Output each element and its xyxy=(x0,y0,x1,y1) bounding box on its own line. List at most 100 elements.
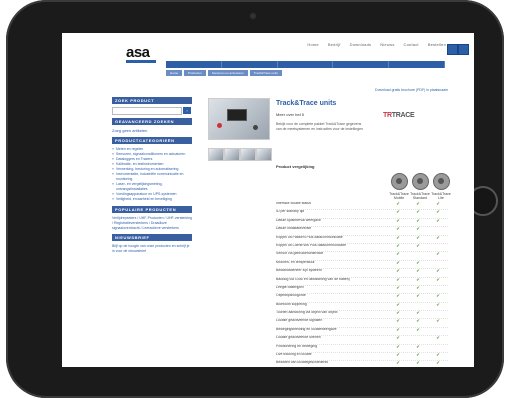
page-title: Track&Trace units xyxy=(276,100,337,107)
empty-cell xyxy=(408,303,428,310)
column-header: Track&Trace Standard xyxy=(410,192,430,200)
check-icon: ✔ xyxy=(396,344,400,349)
mainnav-item-2[interactable] xyxy=(222,61,278,68)
row-label: Objecttijdsvolgorde xyxy=(276,294,306,298)
product-thumbnail[interactable] xyxy=(240,148,256,161)
row-label: Live tracking en locatie xyxy=(276,353,312,357)
empty-cell xyxy=(428,345,448,352)
table-row: Bluetooth koppeling ✔ ✔ xyxy=(276,302,448,312)
advanced-search-link[interactable]: Zoeg geen artikelen xyxy=(112,128,192,133)
empty-cell xyxy=(408,336,428,343)
check-icon: ✔ xyxy=(436,252,440,257)
topnav-home[interactable]: Home xyxy=(307,42,318,47)
check-icon: ✔ xyxy=(416,235,420,240)
table-row: Interface locatie status ✔ ✔ ✔ xyxy=(276,202,448,211)
table-row: ID per standby tijd ✔ ✔ ✔ xyxy=(276,210,448,219)
breadcrumb-products[interactable]: Producten xyxy=(184,70,206,76)
table-row: Bestandsbeheer zijn systeem ✔ ✔ ✔ xyxy=(276,269,448,278)
product-thumbnail[interactable] xyxy=(208,148,224,161)
category-item[interactable]: Veiligheid, ervaarheid en beveiliging xyxy=(112,197,192,202)
topnav-contact[interactable]: Contact xyxy=(404,42,419,47)
check-icon: ✔ xyxy=(436,202,440,206)
brand-logo: TRTRACE xyxy=(383,112,415,119)
check-icon: ✔ xyxy=(396,277,400,282)
row-label: Positionering en beweging xyxy=(276,344,318,348)
product-icon-lite xyxy=(433,173,450,190)
page-subtitle: Meer over het 5 xyxy=(276,112,305,117)
comparison-heading: Product vergelijking xyxy=(276,164,315,169)
breadcrumb: Home Producten Sensoren en actuatoren Tr… xyxy=(166,70,445,76)
topnav-downloads[interactable]: Downloads xyxy=(350,42,372,47)
check-icon: ✔ xyxy=(396,243,400,248)
row-label: Leegte batterijpeil xyxy=(276,285,304,289)
check-icon: ✔ xyxy=(396,227,400,232)
site-logo[interactable]: asa xyxy=(126,45,156,63)
check-icon: ✔ xyxy=(416,277,420,282)
check-icon: ✔ xyxy=(396,218,400,223)
row-label: Koppel uit Platform Plus datacommunicati… xyxy=(276,235,343,239)
check-icon: ✔ xyxy=(416,269,420,274)
tablet-frame: Home Bedrijf Downloads Nieuws Contact Be… xyxy=(6,0,504,398)
row-label: Bewaren van locatiegeschiedenis xyxy=(276,361,328,365)
product-thumbnail[interactable] xyxy=(224,148,240,161)
check-icon: ✔ xyxy=(396,210,400,215)
check-icon: ✔ xyxy=(436,210,440,215)
row-label: Locatie geactiveerde signalen xyxy=(276,319,323,323)
check-icon: ✔ xyxy=(416,285,420,290)
row-label: Backlog via GSM en uitwisseling van de b… xyxy=(276,277,350,281)
empty-cell xyxy=(428,286,448,293)
row-label: Toonen aansturing via object van object xyxy=(276,311,338,315)
check-icon: ✔ xyxy=(396,361,400,366)
check-icon: ✔ xyxy=(396,269,400,274)
product-icon-mobile xyxy=(391,173,408,190)
check-icon: ✔ xyxy=(396,302,400,307)
table-row: Toonen aansturing via object van object ✔… xyxy=(276,311,448,320)
topnav-order[interactable]: Bestellen xyxy=(428,42,446,47)
top-navigation: Home Bedrijf Downloads Nieuws Contact Be… xyxy=(307,42,446,47)
check-icon: ✔ xyxy=(396,252,400,257)
search-button[interactable]: › xyxy=(183,107,191,114)
table-row: Koppel uit Platform Plus datacommunicati… xyxy=(276,236,448,244)
row-label: Datum installatieversie xyxy=(276,227,312,231)
check-icon: ✔ xyxy=(436,302,440,307)
breadcrumb-home[interactable]: Home xyxy=(166,70,183,76)
row-label: Bestandsbeheer zijn systeem xyxy=(276,269,322,273)
check-icon: ✔ xyxy=(416,319,420,324)
popular-products-links[interactable]: Verlijdrepeaters / UHF-Producten / UHF-v… xyxy=(112,216,192,231)
empty-cell xyxy=(428,227,448,234)
breadcrumb-sensors[interactable]: Sensoren en actuatoren xyxy=(207,70,248,76)
check-icon: ✔ xyxy=(436,361,440,366)
topnav-company[interactable]: Bedrijf xyxy=(328,42,341,47)
mainnav-item-4[interactable] xyxy=(333,61,390,68)
check-icon: ✔ xyxy=(436,269,440,274)
topnav-news[interactable]: Nieuws xyxy=(380,42,394,47)
search-input[interactable] xyxy=(112,107,182,115)
mainnav-item-1[interactable] xyxy=(166,61,222,68)
product-thumbnail[interactable] xyxy=(256,148,272,161)
row-label: Datum tijdsinterval weergave xyxy=(276,218,321,222)
product-image[interactable] xyxy=(208,98,270,140)
check-icon: ✔ xyxy=(396,311,400,316)
share-icon[interactable] xyxy=(447,44,458,55)
table-row: Datum installatieversie ✔ ✔ xyxy=(276,227,448,236)
check-icon: ✔ xyxy=(396,319,400,324)
table-row: Bewegingsmelding en locatieweergave ✔ ✔ xyxy=(276,327,448,337)
row-label: Sensor via gebruikersinterface xyxy=(276,252,324,256)
newsletter-link[interactable]: Blijf op de hoogte van onze producten en… xyxy=(112,244,192,254)
check-icon: ✔ xyxy=(396,327,400,332)
table-row: Koppel uit ClientFlow Plus datacommunica… xyxy=(276,243,448,253)
check-icon: ✔ xyxy=(416,294,420,299)
column-header: Track&Trace Lite xyxy=(431,192,451,200)
check-icon: ✔ xyxy=(416,344,420,349)
sidebar: ZOEK PRODUCT › GEAVANCEERD ZOEKEN Zoeg g… xyxy=(112,97,192,257)
row-label: Motoren- en temperatuur xyxy=(276,260,315,264)
download-brochure-link[interactable]: Download gratis brochure (PDF) in plaats… xyxy=(375,88,448,92)
mainnav-item-3[interactable] xyxy=(278,61,334,68)
category-item[interactable]: Instrumentatie, industriële communicatie… xyxy=(112,172,192,182)
category-item[interactable]: Laser- en vergelijkingsmeting, ontvangst… xyxy=(112,182,192,192)
table-row: Objecttijdsvolgorde ✔ ✔ ✔ xyxy=(276,294,448,303)
table-row: Live tracking en locatie ✔ ✔ ✔ xyxy=(276,353,448,362)
mainnav-item-5[interactable] xyxy=(389,61,445,68)
print-icon[interactable] xyxy=(458,44,469,55)
check-icon: ✔ xyxy=(436,277,440,282)
